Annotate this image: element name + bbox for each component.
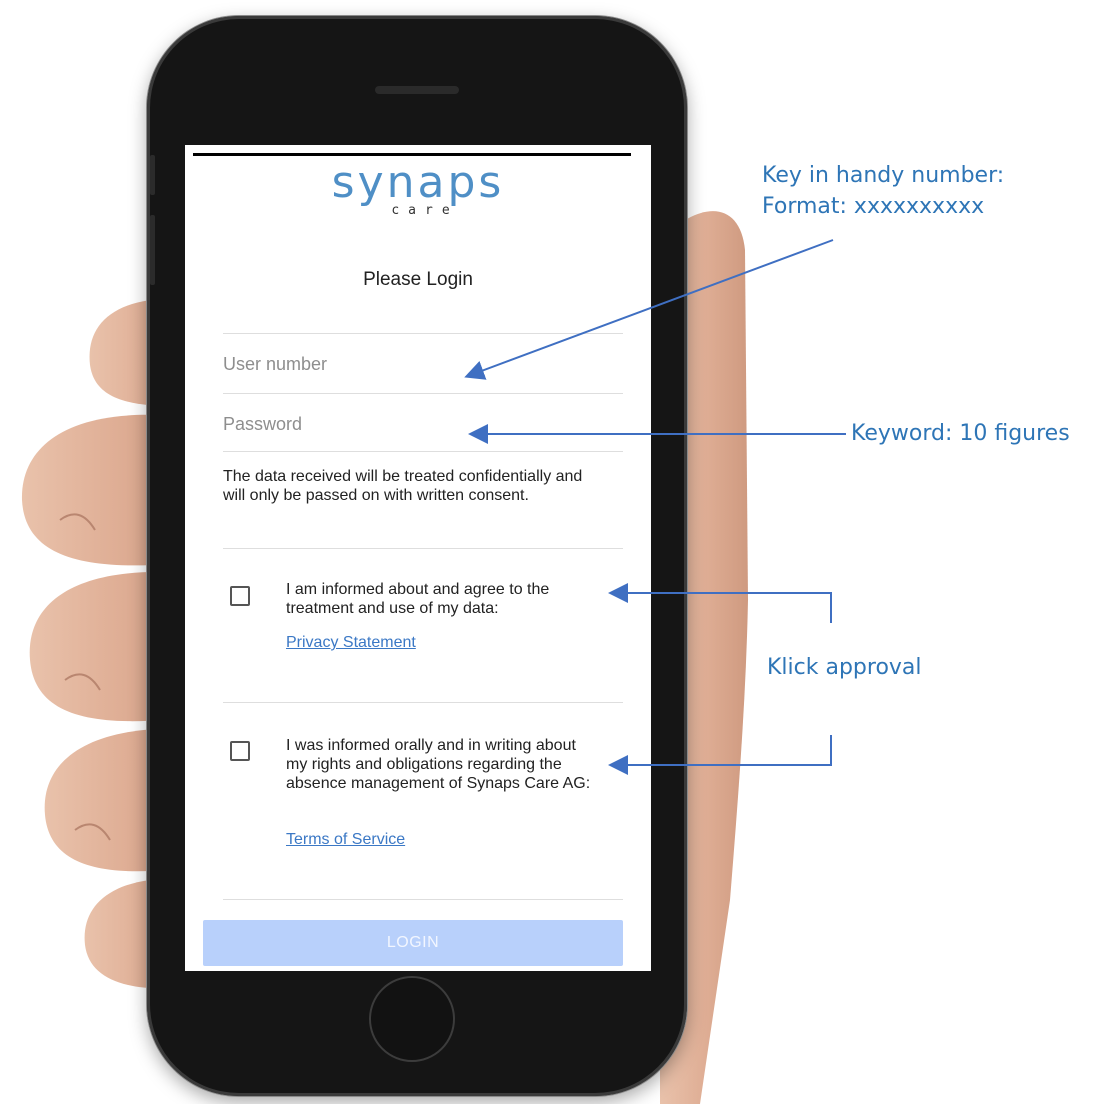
divider — [223, 702, 623, 703]
terms-consent-checkbox[interactable] — [230, 741, 250, 761]
divider — [223, 451, 623, 452]
login-screen: synaps care Please Login The data receiv… — [185, 145, 651, 971]
confidentiality-notice: The data received will be treated confid… — [223, 468, 583, 504]
page-title: Please Login — [363, 269, 473, 290]
logo-subtext: care — [391, 203, 459, 218]
annotation-approval: Klick approval — [767, 655, 922, 680]
terms-consent-text: I was informed orally and in writing abo… — [286, 737, 591, 792]
speaker-grille — [375, 86, 459, 94]
divider — [223, 333, 623, 334]
divider — [223, 548, 623, 549]
annotation-handy-line1: Key in handy number: — [762, 163, 1005, 188]
privacy-consent-checkbox[interactable] — [230, 586, 250, 606]
home-button[interactable] — [369, 976, 455, 1062]
login-button[interactable]: LOGIN — [203, 920, 623, 966]
user-number-field[interactable] — [223, 335, 623, 393]
divider — [223, 393, 623, 394]
terms-of-service-link[interactable]: Terms of Service — [286, 831, 405, 849]
annotation-handy-number: Key in handy number: Format: xxxxxxxxxx — [762, 160, 1004, 222]
volume-button — [150, 215, 155, 285]
status-bar-line — [193, 153, 631, 156]
synaps-care-logo: synaps care — [185, 157, 651, 219]
annotation-handy-line2: Format: xxxxxxxxxx — [762, 194, 985, 219]
divider — [223, 899, 623, 900]
volume-button — [150, 155, 155, 195]
privacy-statement-link[interactable]: Privacy Statement — [286, 634, 416, 652]
password-field[interactable] — [223, 395, 623, 453]
privacy-consent-text: I am informed about and agree to the tre… — [286, 581, 550, 617]
logo-wordmark: synaps — [331, 157, 505, 208]
annotation-keyword: Keyword: 10 figures — [851, 421, 1070, 446]
